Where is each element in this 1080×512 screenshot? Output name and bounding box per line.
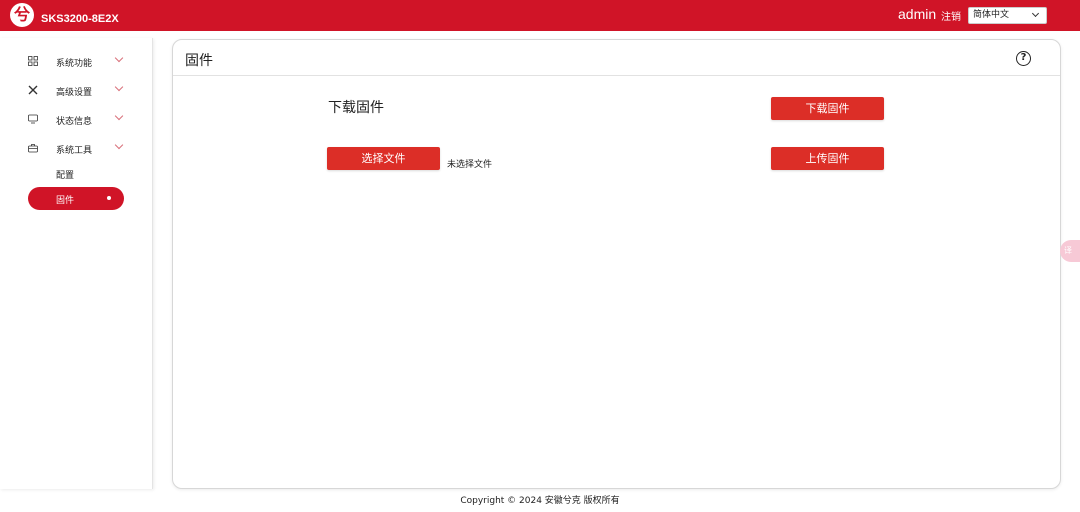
top-bar: 兮 SKS3200-8E2X admin 注销 简体中文 (0, 0, 1080, 31)
file-status-text: 未选择文件 (447, 160, 493, 170)
tools-icon (28, 85, 38, 95)
submenu-item-label: 固件 (56, 196, 75, 206)
chevron-down-icon (114, 111, 124, 121)
monitor-icon (28, 114, 38, 124)
download-firmware-label: 下载固件 (328, 100, 384, 116)
footer-copyright: Copyright © 2024 安徽兮克 版权所有 (460, 496, 620, 506)
submenu-item-firmware[interactable]: 固件 (28, 187, 124, 210)
sidebar: 系统功能 高级设置 状态信息 系统工具 配置 (0, 38, 153, 489)
download-firmware-button[interactable]: 下载固件 (771, 97, 884, 120)
sidebar-item-system-functions[interactable]: 系统功能 (0, 52, 150, 74)
sidebar-item-label: 高级设置 (56, 88, 93, 98)
sidebar-item-advanced-settings[interactable]: 高级设置 (0, 81, 150, 103)
page-title: 固件 (185, 53, 213, 69)
language-select[interactable]: 简体中文 (968, 7, 1047, 24)
sidebar-item-system-tools[interactable]: 系统工具 (0, 139, 150, 161)
choose-file-button[interactable]: 选择文件 (327, 147, 440, 170)
submenu-item-config[interactable]: 配置 (56, 168, 74, 181)
upload-firmware-button[interactable]: 上传固件 (771, 147, 884, 170)
sidebar-item-status-info[interactable]: 状态信息 (0, 110, 150, 132)
device-name: SKS3200-8E2X (41, 13, 119, 25)
grid-icon (28, 56, 38, 66)
sidebar-item-label: 状态信息 (56, 117, 93, 127)
logout-link[interactable]: 注销 (941, 8, 961, 23)
help-icon[interactable]: ? (1016, 51, 1031, 66)
toolbox-icon (28, 143, 38, 153)
current-user: admin (898, 6, 937, 22)
chevron-down-icon (114, 82, 124, 92)
sidebar-item-label: 系统工具 (56, 146, 93, 156)
active-indicator-icon (107, 196, 111, 200)
chevron-down-icon (1031, 9, 1040, 18)
translate-float-button[interactable]: 译 (1060, 240, 1080, 262)
panel-header: 固件 ? (173, 40, 1060, 76)
brand-logo: 兮 (10, 3, 34, 27)
chevron-down-icon (114, 53, 124, 63)
language-select-value: 简体中文 (973, 10, 1010, 20)
sidebar-item-label: 系统功能 (56, 59, 93, 69)
firmware-panel: 固件 ? 下载固件 下载固件 选择文件 未选择文件 上传固件 (172, 39, 1061, 489)
chevron-down-icon (114, 140, 124, 150)
